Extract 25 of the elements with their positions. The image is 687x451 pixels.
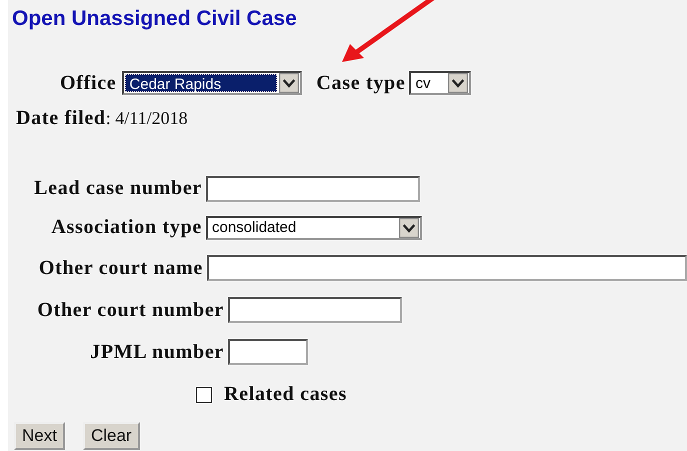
field-label: Other court number: [36, 298, 225, 322]
input-field[interactable]: [206, 176, 420, 202]
field-label: Other court name: [38, 256, 204, 280]
next-button[interactable]: Next: [14, 422, 65, 450]
date-filed-separator: :: [106, 108, 111, 128]
date-filed-value: 4/11/2018: [115, 108, 188, 128]
input-field[interactable]: [228, 297, 402, 323]
case-type-select[interactable]: cv: [409, 71, 472, 95]
case-type-label: Case type: [316, 72, 406, 94]
field-label: Lead case number: [33, 177, 203, 200]
related-cases-label: Related cases: [224, 383, 347, 406]
association-type-select[interactable]: consolidated: [206, 216, 422, 240]
office-select[interactable]: Cedar Rapids: [122, 71, 302, 95]
dropdown-icon: [279, 73, 300, 93]
page-title: Open Unassigned Civil Case: [11, 6, 298, 31]
dropdown-icon: [448, 73, 468, 93]
clear-button[interactable]: Clear: [82, 422, 140, 450]
checkbox[interactable]: [196, 386, 212, 402]
field-label: JPML number: [89, 340, 225, 364]
dropdown-icon: [399, 218, 419, 238]
office-label: Office: [60, 72, 116, 94]
field-label: Association type: [50, 216, 203, 239]
date-filed-label: Date filed: [16, 107, 106, 129]
input-field[interactable]: [207, 255, 687, 281]
input-field[interactable]: [228, 339, 308, 365]
